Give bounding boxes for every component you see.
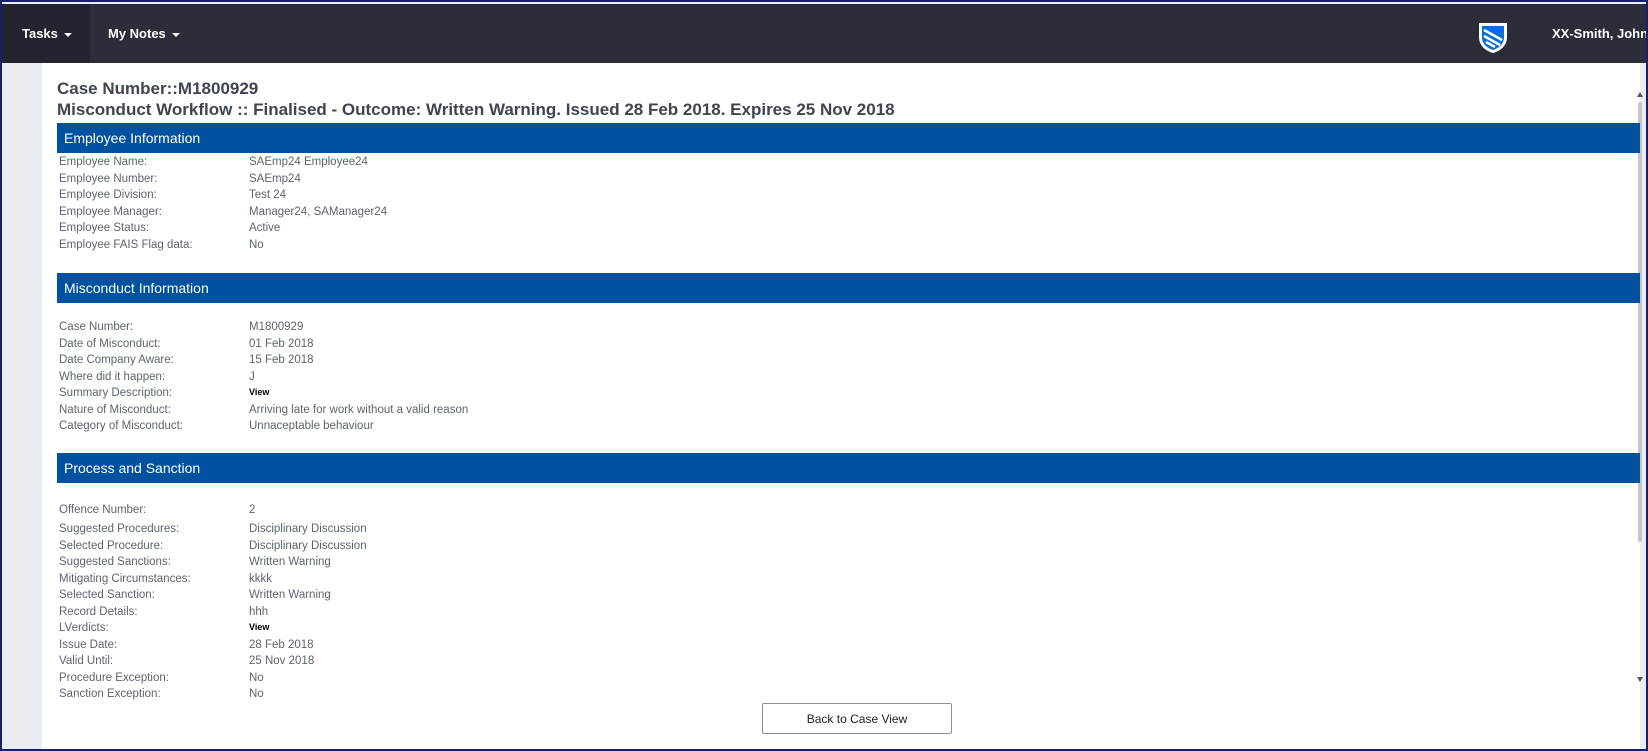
field-value: 28 Feb 2018 bbox=[249, 638, 314, 651]
field-label: Valid Until: bbox=[59, 655, 114, 667]
field-label: Employee Name: bbox=[59, 156, 148, 168]
field-value: Disciplinary Discussion bbox=[249, 539, 367, 552]
field-label: Offence Number: bbox=[59, 504, 147, 516]
employee-row: Employee Name: SAEmp24 Employee24 bbox=[59, 156, 1459, 173]
field-label: Employee Status: bbox=[59, 222, 150, 234]
field-value: SAEmp24 Employee24 bbox=[249, 156, 368, 168]
tasks-menu[interactable]: Tasks bbox=[2, 4, 90, 63]
field-value: J bbox=[249, 370, 255, 383]
process-sanction-header: Process and Sanction bbox=[57, 453, 1640, 483]
misconduct-row: Date Company Aware: 15 Feb 2018 bbox=[59, 354, 1459, 371]
process-row: Sanction Exception: No bbox=[59, 688, 1457, 700]
employee-info-rows: Employee Name: SAEmp24 Employee24 Employe… bbox=[59, 156, 1459, 255]
field-label: Sanction Exception: bbox=[59, 688, 161, 700]
field-value: Written Warning bbox=[249, 589, 331, 601]
tasks-menu-label: Tasks bbox=[22, 26, 58, 41]
field-label: Date of Misconduct: bbox=[59, 337, 161, 350]
field-label: LVerdicts: bbox=[59, 622, 109, 634]
process-row: Suggested Sanctions: Written Warning bbox=[59, 556, 1457, 573]
employee-row: Employee Status: Active bbox=[59, 222, 1459, 239]
process-row: Selected Sanction: Written Warning bbox=[59, 589, 1457, 606]
field-value: No bbox=[249, 671, 264, 684]
field-label: Employee Number: bbox=[59, 172, 158, 185]
field-value: Disciplinary Discussion bbox=[249, 523, 367, 535]
misconduct-row: Date of Misconduct: 01 Feb 2018 bbox=[59, 338, 1459, 355]
process-sanction-rows: Offence Number: 2 Suggested Procedures: Di… bbox=[59, 504, 1457, 700]
misconduct-row: Category of Misconduct: Unnaceptable beha… bbox=[59, 420, 1459, 437]
lverdicts-view-link[interactable]: View bbox=[249, 622, 269, 632]
field-value: 15 Feb 2018 bbox=[249, 354, 314, 366]
scroll-down-icon[interactable] bbox=[1637, 677, 1643, 682]
scroll-up-icon[interactable] bbox=[1637, 92, 1643, 97]
misconduct-row: Case Number: M1800929 bbox=[59, 321, 1459, 338]
field-value: Test 24 bbox=[249, 189, 287, 201]
field-label: Procedure Exception: bbox=[59, 671, 169, 684]
employee-row: Employee FAIS Flag data: No bbox=[59, 239, 1459, 256]
vertical-scrollbar[interactable] bbox=[1636, 92, 1644, 682]
field-label: Summary Description: bbox=[59, 387, 173, 399]
caret-down-icon bbox=[171, 32, 180, 37]
process-row: LVerdicts: View bbox=[59, 622, 1457, 639]
field-label: Date Company Aware: bbox=[59, 354, 174, 366]
employee-row: Employee Number: SAEmp24 bbox=[59, 173, 1459, 190]
field-value: Manager24, SAManager24 bbox=[249, 205, 388, 218]
left-gutter bbox=[2, 63, 42, 749]
back-to-case-view-button[interactable]: Back to Case View bbox=[762, 703, 952, 734]
process-row: Record Details: hhh bbox=[59, 606, 1457, 623]
field-value: No bbox=[249, 688, 264, 700]
field-label: Employee FAIS Flag data: bbox=[59, 238, 193, 251]
misconduct-row: Summary Description: View bbox=[59, 387, 1459, 404]
process-row: Offence Number: 2 bbox=[59, 504, 1457, 523]
field-label: Selected Sanction: bbox=[59, 589, 155, 601]
field-value: SAEmp24 bbox=[249, 172, 301, 185]
app-frame: Tasks My Notes XX-Smith, John Case Numbe… bbox=[0, 0, 1648, 751]
process-row: Valid Until: 25 Nov 2018 bbox=[59, 655, 1457, 672]
process-row: Selected Procedure: Disciplinary Discussi… bbox=[59, 540, 1457, 557]
caret-down-icon bbox=[63, 32, 72, 37]
process-row: Procedure Exception: No bbox=[59, 672, 1457, 689]
employee-row: Employee Manager: Manager24, SAManager24 bbox=[59, 206, 1459, 223]
field-value: No bbox=[249, 238, 264, 251]
user-name[interactable]: XX-Smith, John bbox=[1552, 4, 1646, 63]
process-row: Issue Date: 28 Feb 2018 bbox=[59, 639, 1457, 656]
employee-info-header: Employee Information bbox=[57, 123, 1640, 153]
field-label: Case Number: bbox=[59, 321, 134, 333]
field-value: 25 Nov 2018 bbox=[249, 655, 315, 667]
employee-row: Employee Division: Test 24 bbox=[59, 189, 1459, 206]
field-label: Record Details: bbox=[59, 605, 138, 618]
field-label: Mitigating Circumstances: bbox=[59, 572, 191, 585]
shield-logo-icon bbox=[1479, 23, 1507, 53]
field-value: Active bbox=[249, 222, 281, 234]
my-notes-menu-label: My Notes bbox=[108, 26, 166, 41]
field-label: Employee Division: bbox=[59, 189, 157, 201]
field-value: M1800929 bbox=[249, 321, 304, 333]
misconduct-row: Nature of Misconduct: Arriving late for w… bbox=[59, 404, 1459, 421]
process-row: Suggested Procedures: Disciplinary Discus… bbox=[59, 523, 1457, 540]
field-label: Suggested Sanctions: bbox=[59, 556, 171, 568]
field-value: 01 Feb 2018 bbox=[249, 337, 314, 350]
field-value: 2 bbox=[249, 504, 256, 516]
field-value: hhh bbox=[249, 605, 269, 618]
workflow-status-title: Misconduct Workflow :: Finalised - Outco… bbox=[57, 100, 895, 119]
process-sanction-scroll-area[interactable]: Offence Number: 2 Suggested Procedures: Di… bbox=[57, 492, 1457, 700]
field-label: Employee Manager: bbox=[59, 205, 162, 218]
misconduct-row: Where did it happen: J bbox=[59, 371, 1459, 388]
field-value: kkkk bbox=[249, 572, 272, 585]
field-value: Unnaceptable behaviour bbox=[249, 420, 374, 432]
top-navbar: Tasks My Notes XX-Smith, John bbox=[2, 4, 1646, 63]
field-value: Arriving late for work without a valid r… bbox=[249, 403, 469, 416]
my-notes-menu[interactable]: My Notes bbox=[108, 4, 180, 63]
field-label: Where did it happen: bbox=[59, 370, 166, 383]
field-label: Selected Procedure: bbox=[59, 539, 164, 552]
field-value: Written Warning bbox=[249, 556, 331, 568]
misconduct-info-header: Misconduct Information bbox=[57, 273, 1640, 303]
field-label: Issue Date: bbox=[59, 638, 118, 651]
misconduct-info-rows: Case Number: M1800929 Date of Misconduct:… bbox=[59, 321, 1459, 437]
field-label: Nature of Misconduct: bbox=[59, 403, 171, 416]
field-label: Suggested Procedures: bbox=[59, 523, 180, 535]
process-row: Mitigating Circumstances: kkkk bbox=[59, 573, 1457, 590]
summary-view-link[interactable]: View bbox=[249, 387, 269, 397]
case-number-title: Case Number::M1800929 bbox=[57, 79, 259, 98]
field-label: Category of Misconduct: bbox=[59, 420, 184, 432]
